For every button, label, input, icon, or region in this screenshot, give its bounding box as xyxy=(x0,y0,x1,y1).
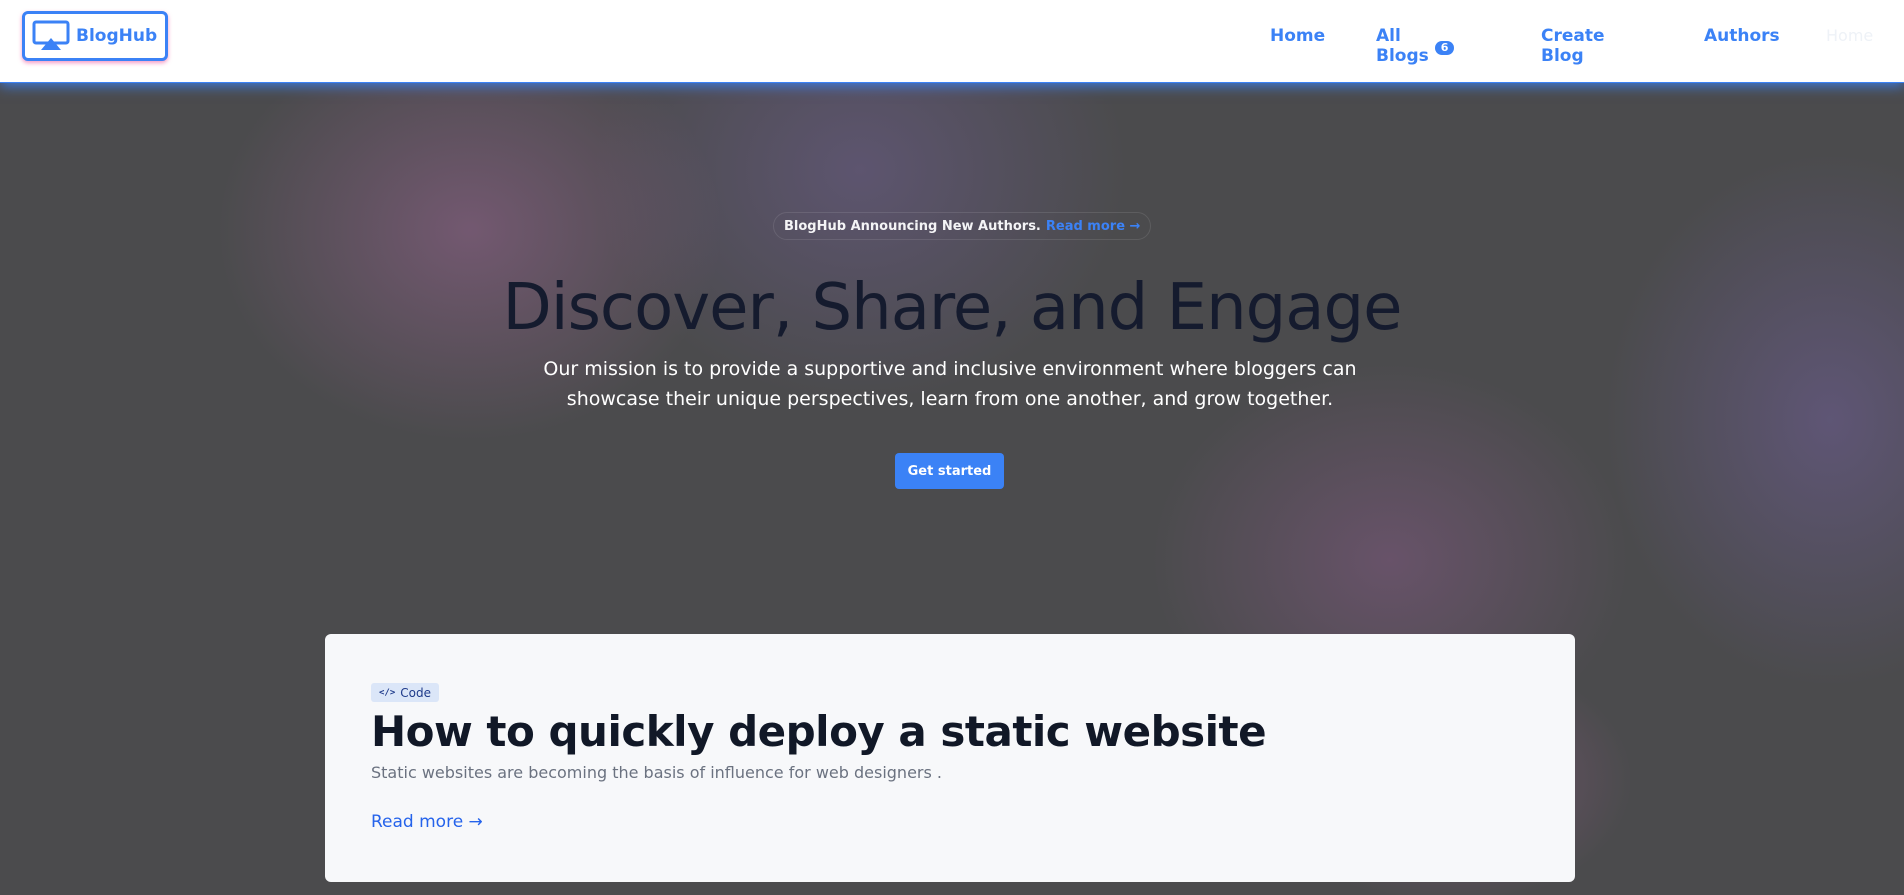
post-tag-label: Code xyxy=(400,685,431,700)
brand-name: BlogHub xyxy=(76,26,158,46)
nav-home-faded[interactable]: Home xyxy=(1826,26,1873,45)
code-icon: </> xyxy=(379,687,396,698)
hero-title: Discover, Share, and Engage xyxy=(502,271,1403,345)
nav-all-blogs[interactable]: All Blogs 6 xyxy=(1376,26,1455,66)
hero-subtitle-line-2: showcase their unique perspectives, lear… xyxy=(566,388,1334,410)
hero-subtitle: Our mission is to provide a supportive a… xyxy=(536,354,1364,414)
featured-post-card: </> Code How to quickly deploy a static … xyxy=(325,634,1575,882)
post-tag[interactable]: </> Code xyxy=(371,683,439,702)
announcement-read-more-link[interactable]: Read more → xyxy=(1046,219,1141,234)
nav-authors[interactable]: Authors xyxy=(1704,26,1780,46)
post-title[interactable]: How to quickly deploy a static website xyxy=(371,704,1267,760)
nav-all-blogs-label: All Blogs xyxy=(1376,26,1429,66)
announcement-pill: BlogHub Announcing New Authors. Read mor… xyxy=(773,212,1152,240)
blog-count-badge: 6 xyxy=(1434,40,1455,55)
nav-home[interactable]: Home xyxy=(1270,26,1325,46)
post-description: Static websites are becoming the basis o… xyxy=(371,763,942,782)
post-read-more-link[interactable]: Read more → xyxy=(371,812,483,832)
site-header: BlogHub Home All Blogs 6 Create Blog Aut… xyxy=(0,0,1904,83)
brand-logo[interactable]: BlogHub xyxy=(22,11,168,61)
screen-cast-icon xyxy=(32,20,70,52)
hero-subtitle-line-1: Our mission is to provide a supportive a… xyxy=(543,358,1357,380)
get-started-button[interactable]: Get started xyxy=(895,453,1004,489)
announcement-text: BlogHub Announcing New Authors. xyxy=(784,218,1041,234)
nav-create-blog[interactable]: Create Blog xyxy=(1541,26,1605,66)
